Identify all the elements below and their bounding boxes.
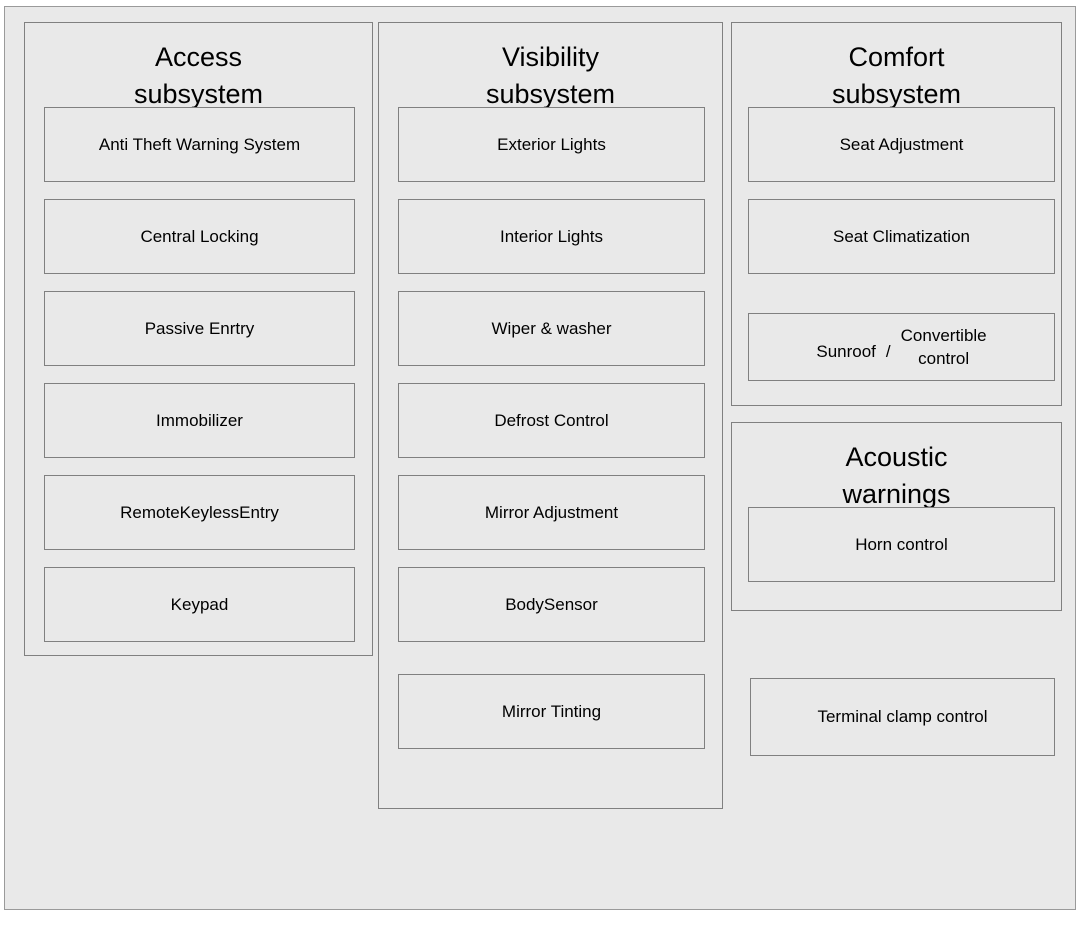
group-title-access: Access subsystem — [25, 39, 372, 113]
node-exterior-lights[interactable]: Exterior Lights — [398, 107, 705, 182]
node-seat-adjustment[interactable]: Seat Adjustment — [748, 107, 1055, 182]
node-defrost-control[interactable]: Defrost Control — [398, 383, 705, 458]
node-passive-entry[interactable]: Passive Enrtry — [44, 291, 355, 366]
diagram-canvas: Access subsystem Anti Theft Warning Syst… — [0, 0, 1080, 943]
group-comfort-subsystem: Comfort subsystem Seat Adjustment Seat C… — [731, 22, 1062, 406]
group-title-comfort: Comfort subsystem — [732, 39, 1061, 113]
group-title-visibility: Visibility subsystem — [379, 39, 722, 113]
node-remote-keyless-entry[interactable]: RemoteKeylessEntry — [44, 475, 355, 550]
node-keypad[interactable]: Keypad — [44, 567, 355, 642]
group-access-subsystem: Access subsystem Anti Theft Warning Syst… — [24, 22, 373, 656]
node-sunroof-convertible-control[interactable]: Sunroof / Convertible control — [748, 313, 1055, 381]
node-central-locking[interactable]: Central Locking — [44, 199, 355, 274]
node-seat-climatization[interactable]: Seat Climatization — [748, 199, 1055, 274]
convertible-control-label: Convertible control — [901, 324, 987, 370]
node-interior-lights[interactable]: Interior Lights — [398, 199, 705, 274]
group-title-acoustic: Acoustic warnings — [732, 439, 1061, 513]
node-terminal-clamp-control[interactable]: Terminal clamp control — [750, 678, 1055, 756]
separator-slash: / — [886, 342, 901, 362]
node-mirror-tinting[interactable]: Mirror Tinting — [398, 674, 705, 749]
node-anti-theft-warning-system[interactable]: Anti Theft Warning System — [44, 107, 355, 182]
node-horn-control[interactable]: Horn control — [748, 507, 1055, 582]
node-body-sensor[interactable]: BodySensor — [398, 567, 705, 642]
group-visibility-subsystem: Visibility subsystem Exterior Lights Int… — [378, 22, 723, 809]
group-acoustic-warnings: Acoustic warnings Horn control — [731, 422, 1062, 611]
node-wiper-and-washer[interactable]: Wiper & washer — [398, 291, 705, 366]
node-immobilizer[interactable]: Immobilizer — [44, 383, 355, 458]
node-mirror-adjustment[interactable]: Mirror Adjustment — [398, 475, 705, 550]
sunroof-label: Sunroof — [816, 342, 886, 362]
